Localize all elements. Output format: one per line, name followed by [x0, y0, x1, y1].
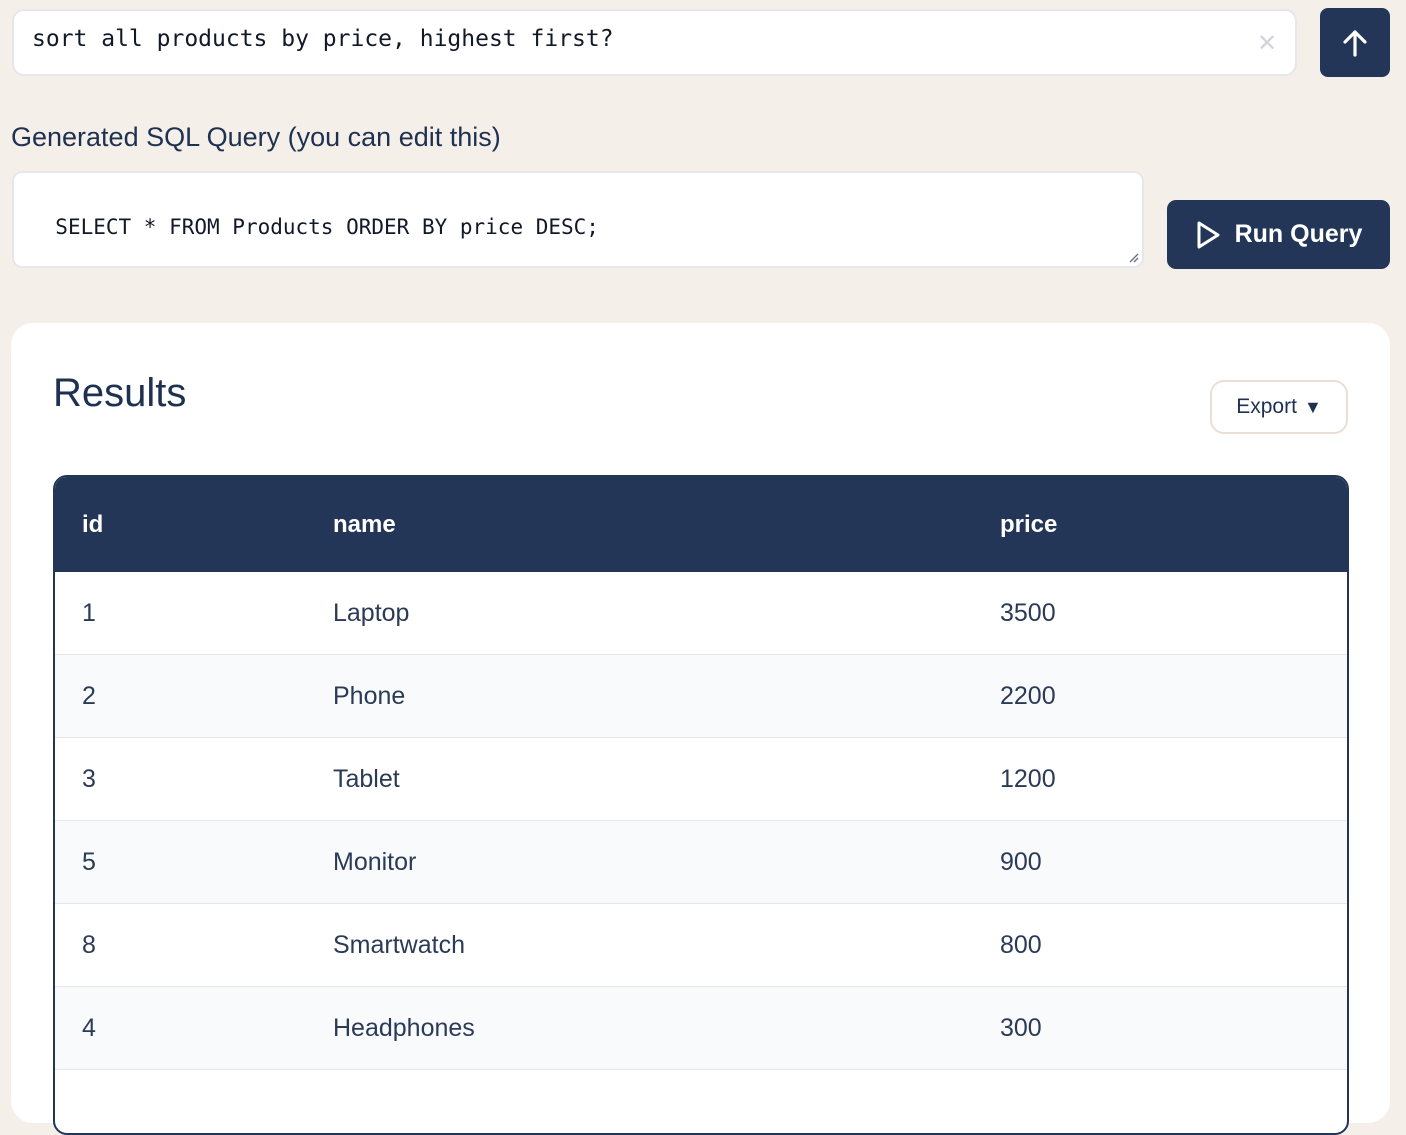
play-icon: [1197, 221, 1220, 248]
export-label: Export: [1236, 395, 1297, 418]
run-query-button[interactable]: Run Query: [1167, 200, 1390, 269]
cell-price: 800: [1000, 930, 1042, 959]
table-row[interactable]: [55, 1070, 1347, 1133]
cell-price: 2200: [1000, 681, 1056, 710]
sql-label: Generated SQL Query (you can edit this): [11, 122, 501, 152]
sql-query-text[interactable]: SELECT * FROM Products ORDER BY price DE…: [55, 215, 599, 239]
table-row[interactable]: 3 Tablet 1200: [55, 738, 1347, 821]
results-card: Results Export ▼ id name price 1 Laptop …: [11, 323, 1390, 1135]
close-icon[interactable]: ✕: [1255, 31, 1279, 55]
cell-id: 4: [82, 1013, 96, 1042]
prompt-input[interactable]: sort all products by price, highest firs…: [12, 9, 1297, 76]
table-row[interactable]: 1 Laptop 3500: [55, 572, 1347, 655]
run-query-label: Run Query: [1234, 220, 1363, 248]
table-body: 1 Laptop 3500 2 Phone 2200 3 Tablet 1200…: [55, 572, 1347, 1133]
table-row[interactable]: 4 Headphones 300: [55, 987, 1347, 1070]
cell-name: Laptop: [333, 598, 410, 627]
column-header-id[interactable]: id: [55, 511, 306, 539]
table-header: id name price: [55, 477, 1347, 572]
send-button[interactable]: [1320, 8, 1390, 77]
arrow-up-icon: [1343, 29, 1367, 57]
table-row[interactable]: 5 Monitor 900: [55, 821, 1347, 904]
cell-name: Headphones: [333, 1013, 475, 1042]
cell-name: Monitor: [333, 847, 417, 876]
cell-id: 5: [82, 847, 96, 876]
cell-price: 300: [1000, 1013, 1042, 1042]
sql-editor[interactable]: SELECT * FROM Products ORDER BY price DE…: [12, 171, 1144, 268]
export-button[interactable]: Export ▼: [1210, 380, 1348, 434]
cell-id: 3: [82, 764, 96, 793]
cell-id: 1: [82, 598, 96, 627]
table-row[interactable]: 2 Phone 2200: [55, 655, 1347, 738]
cell-price: 1200: [1000, 764, 1056, 793]
prompt-text[interactable]: sort all products by price, highest firs…: [32, 26, 1255, 52]
results-title: Results: [53, 371, 187, 415]
cell-id: 2: [82, 681, 96, 710]
cell-price: 3500: [1000, 598, 1056, 627]
column-header-price[interactable]: price: [973, 511, 1347, 539]
table-row[interactable]: 8 Smartwatch 800: [55, 904, 1347, 987]
cell-price: 900: [1000, 847, 1042, 876]
cell-name: Phone: [333, 681, 406, 710]
results-table: id name price 1 Laptop 3500 2 Phone 2200…: [53, 475, 1349, 1135]
resize-handle-icon[interactable]: [1127, 251, 1139, 263]
cell-name: Smartwatch: [333, 930, 465, 959]
cell-name: Tablet: [333, 764, 400, 793]
caret-down-icon: ▼: [1303, 396, 1322, 417]
cell-id: 8: [82, 930, 96, 959]
column-header-name[interactable]: name: [306, 511, 973, 539]
